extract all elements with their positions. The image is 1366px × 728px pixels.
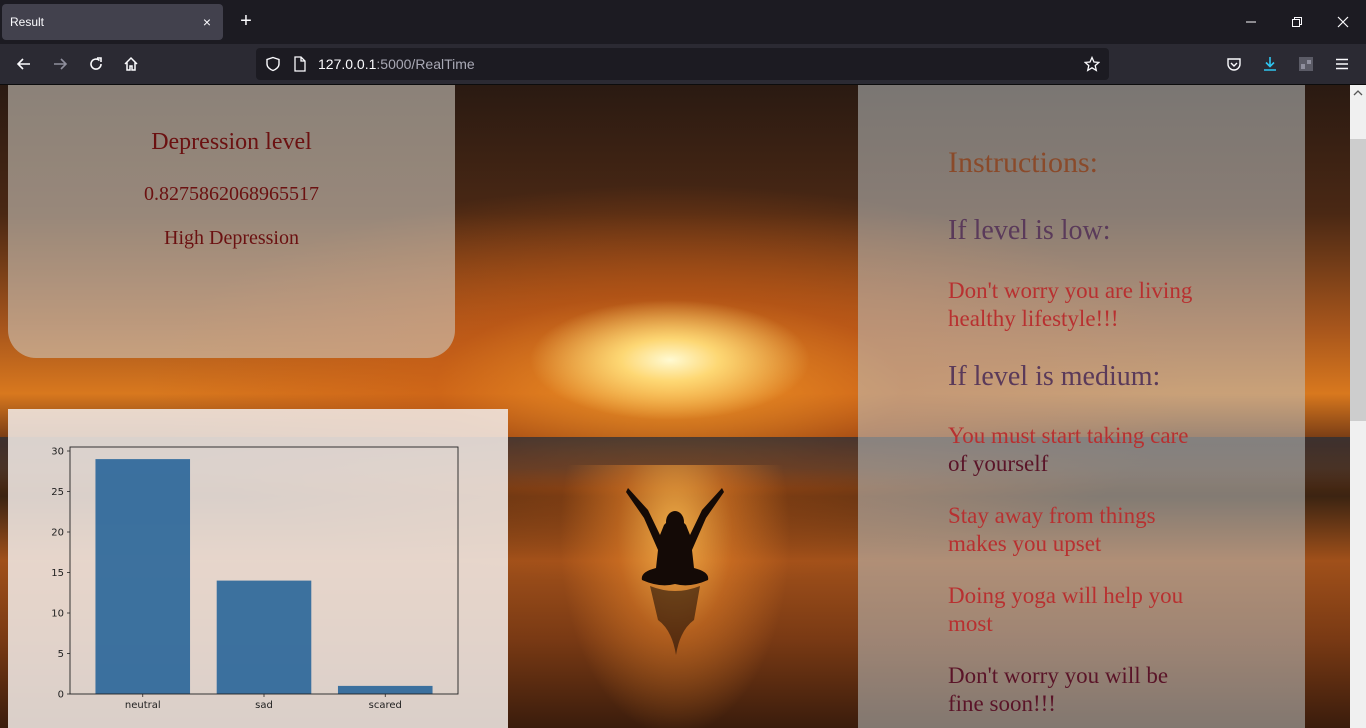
extension-button[interactable] (1292, 50, 1320, 78)
tab-close-icon[interactable]: × (195, 14, 219, 30)
depression-card: Depression level 0.8275862068965517 High… (8, 85, 455, 358)
close-icon (1337, 16, 1349, 28)
url-bar[interactable]: 127.0.0.1:5000/RealTime (256, 48, 1109, 80)
scroll-up-button[interactable] (1350, 85, 1366, 101)
medium-level-line-2: of yourself (948, 451, 1049, 476)
back-arrow-icon (16, 58, 30, 70)
url-path: :5000/RealTime (376, 56, 475, 72)
tip-1-line-2: makes you upset (948, 531, 1102, 556)
y-tick-label-15: 15 (51, 568, 64, 579)
pocket-button[interactable] (1220, 50, 1248, 78)
home-button[interactable] (117, 50, 145, 78)
home-icon (124, 56, 138, 71)
tab-bar: Result × + (0, 0, 1366, 44)
depression-status: High Depression (164, 227, 299, 249)
x-tick-label-sad: sad (255, 700, 273, 711)
instructions-panel: Instructions: If level is low: Don't wor… (858, 85, 1305, 728)
download-icon (1264, 57, 1276, 71)
low-level-heading: If level is low: (948, 215, 1111, 246)
emotion-chart-panel: neutral sad scared 0 5 10 15 20 25 30 (8, 409, 508, 728)
page-icon (294, 56, 306, 72)
close-window-button[interactable] (1320, 8, 1366, 36)
minimize-button[interactable] (1228, 8, 1274, 36)
url-text[interactable]: 127.0.0.1:5000/RealTime (318, 56, 475, 72)
scrollbar-thumb[interactable] (1350, 139, 1366, 421)
y-tick-label-30: 30 (51, 447, 64, 458)
shield-icon[interactable] (265, 56, 281, 72)
depression-value: 0.8275862068965517 (144, 183, 319, 205)
bookmark-star-icon[interactable] (1084, 56, 1100, 72)
nav-bar: 127.0.0.1:5000/RealTime (0, 44, 1366, 85)
reload-icon (90, 57, 102, 70)
tip-1-line-1: Stay away from things (948, 503, 1156, 528)
x-tick-label-neutral: neutral (125, 700, 161, 711)
new-tab-button[interactable]: + (235, 10, 257, 32)
closing-line-1: Don't worry you will be (948, 663, 1169, 688)
page-viewport: Depression level 0.8275862068965517 High… (0, 85, 1366, 728)
chart-bar-neutral (95, 459, 191, 694)
emotion-bar-chart: neutral sad scared 0 5 10 15 20 25 30 (51, 447, 459, 711)
forward-button[interactable] (46, 50, 74, 78)
y-tick-label-20: 20 (51, 528, 64, 539)
url-host: 127.0.0.1 (318, 56, 377, 72)
hamburger-menu-icon (1336, 58, 1348, 70)
yoga-silhouette-image (626, 488, 724, 655)
y-tick-label-0: 0 (58, 690, 64, 701)
medium-level-line-1: You must start taking care (948, 423, 1189, 448)
reload-button[interactable] (82, 50, 110, 78)
minimize-icon (1246, 21, 1256, 23)
back-button[interactable] (10, 50, 38, 78)
chart-bar-scared (337, 685, 433, 694)
x-tick-label-scared: scared (369, 700, 402, 711)
low-level-line-1: Don't worry you are living (948, 278, 1193, 303)
low-level-line-2: healthy lifestyle!!! (948, 306, 1119, 331)
y-tick-label-5: 5 (58, 649, 64, 660)
restore-button[interactable] (1274, 8, 1320, 36)
closing-line-2: fine soon!!! (948, 691, 1056, 716)
chart-bar-sad (216, 580, 312, 694)
browser-tab[interactable]: Result × (2, 4, 223, 40)
depression-title: Depression level (151, 129, 312, 155)
tip-2-line-2: most (948, 611, 993, 636)
forward-arrow-icon (54, 58, 68, 70)
extension-icon (1299, 57, 1313, 71)
chevron-up-icon (1353, 90, 1363, 96)
menu-button[interactable] (1328, 50, 1356, 78)
pocket-icon (1227, 58, 1241, 71)
tab-title: Result (10, 15, 45, 29)
restore-icon (1292, 17, 1302, 27)
y-tick-label-10: 10 (51, 609, 64, 620)
downloads-button[interactable] (1256, 50, 1284, 78)
tip-2-line-1: Doing yoga will help you (948, 583, 1184, 608)
instructions-heading: Instructions: (948, 146, 1098, 179)
y-tick-label-25: 25 (51, 487, 64, 498)
medium-level-heading: If level is medium: (948, 361, 1161, 392)
